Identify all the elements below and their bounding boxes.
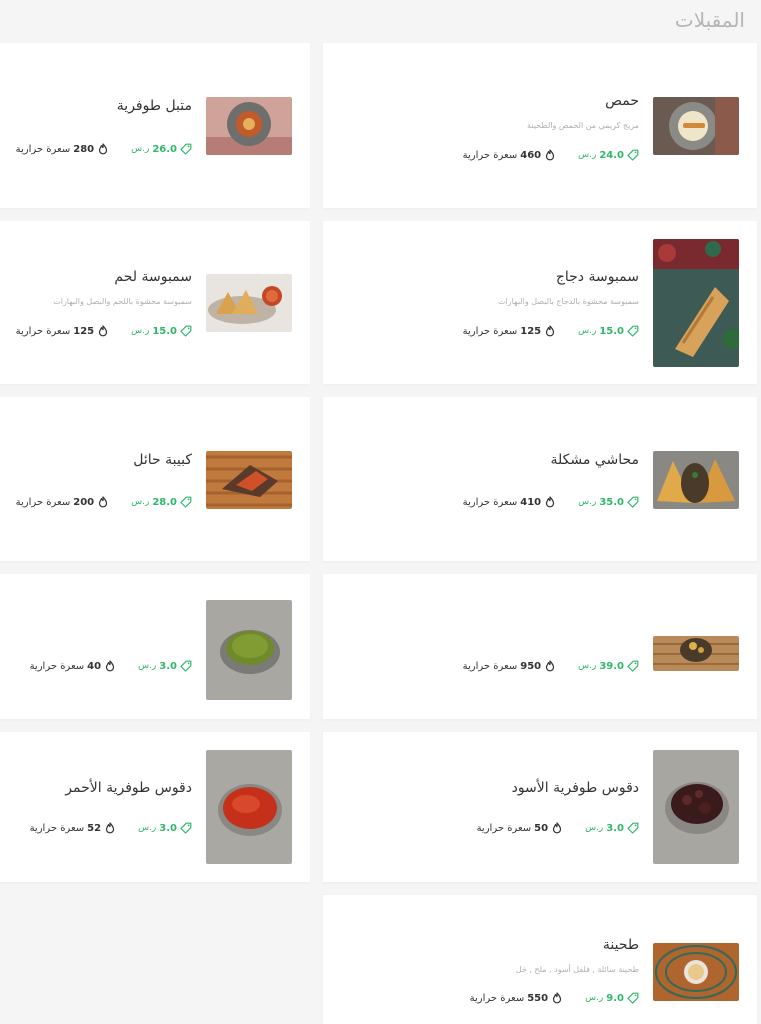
tag-icon: [627, 660, 639, 672]
item-name: حمص: [605, 93, 639, 109]
menu-item-card[interactable]: محاشي مشكلة 35.0 ر.س 410 سعرة حرارية: [323, 397, 757, 561]
menu-item-card[interactable]: متبل طوفرية 26.0 ر.س 280 سعرة حرارية: [0, 43, 310, 208]
item-photo: [206, 451, 292, 509]
item-price: 3.0 ر.س: [138, 660, 192, 672]
menu-item-card[interactable]: حمص مزيج كريمي من الحمص والطحينة 24.0 ر.س…: [323, 43, 757, 208]
item-price: 15.0 ر.س: [578, 325, 639, 337]
item-photo: [653, 239, 739, 367]
item-name: طحينة: [602, 937, 639, 953]
menu-item-card[interactable]: سمبوسة دجاج سمبوسة محشوة بالدجاج بالبصل …: [323, 221, 757, 384]
item-price: 3.0 ر.س: [138, 822, 192, 834]
item-calories: 52 سعرة حرارية: [30, 822, 117, 834]
tag-icon: [180, 143, 192, 155]
item-calories: 550 سعرة حرارية: [470, 992, 563, 1004]
item-price: 39.0 ر.س: [578, 660, 639, 672]
tag-icon: [627, 822, 639, 834]
item-name: سمبوسة لحم: [114, 269, 192, 285]
flame-icon: [104, 822, 116, 834]
flame-icon: [551, 822, 563, 834]
tag-icon: [180, 496, 192, 508]
flame-icon: [97, 325, 109, 337]
item-name: دقوس طوفرية الأسود: [511, 780, 639, 796]
tag-icon: [627, 496, 639, 508]
item-photo: [653, 636, 739, 671]
item-description: طحينة سائلة , فلفل أسود , ملح , خل: [515, 965, 639, 974]
menu-item-card[interactable]: 3.0 ر.س 40 سعرة حرارية: [0, 574, 310, 719]
menu-item-card[interactable]: سمبوسة لحم سمبوسة محشوة باللحم والبصل وا…: [0, 221, 310, 384]
tag-icon: [627, 149, 639, 161]
item-price: 26.0 ر.س: [131, 143, 192, 155]
flame-icon: [97, 496, 109, 508]
item-description: سمبوسة محشوة باللحم والبصل والبهارات: [53, 297, 192, 306]
item-photo: [653, 97, 739, 155]
menu-item-card[interactable]: كبيبة حائل 28.0 ر.س 200 سعرة حرارية: [0, 397, 310, 561]
menu-item-card[interactable]: طحينة طحينة سائلة , فلفل أسود , ملح , خل…: [323, 895, 757, 1024]
item-price: 15.0 ر.س: [131, 325, 192, 337]
menu-item-card[interactable]: دقوس طوفرية الأحمر 3.0 ر.س 52 سعرة حرارية: [0, 732, 310, 882]
flame-icon: [104, 660, 116, 672]
item-photo: [206, 274, 292, 332]
item-photo: [206, 97, 292, 155]
item-photo: [206, 750, 292, 864]
tag-icon: [180, 325, 192, 337]
item-calories: 410 سعرة حرارية: [463, 496, 556, 508]
item-calories: 50 سعرة حرارية: [477, 822, 564, 834]
flame-icon: [544, 496, 556, 508]
item-name: دقوس طوفرية الأحمر: [65, 780, 192, 796]
item-name: سمبوسة دجاج: [555, 269, 639, 285]
section-title: المقبلات: [674, 8, 745, 32]
item-photo: [206, 600, 292, 700]
item-price: 9.0 ر.س: [585, 992, 639, 1004]
item-name: كبيبة حائل: [133, 452, 192, 468]
item-calories: 125 سعرة حرارية: [16, 325, 109, 337]
item-photo: [653, 750, 739, 864]
item-price: 3.0 ر.س: [585, 822, 639, 834]
flame-icon: [544, 325, 556, 337]
item-calories: 280 سعرة حرارية: [16, 143, 109, 155]
tag-icon: [627, 325, 639, 337]
item-price: 28.0 ر.س: [131, 496, 192, 508]
menu-item-card[interactable]: دقوس طوفرية الأسود 3.0 ر.س 50 سعرة حرارية: [323, 732, 757, 882]
item-photo: [653, 451, 739, 509]
flame-icon: [544, 149, 556, 161]
menu-item-card[interactable]: 39.0 ر.س 950 سعرة حرارية: [323, 574, 757, 719]
flame-icon: [97, 143, 109, 155]
tag-icon: [180, 822, 192, 834]
flame-icon: [551, 992, 563, 1004]
tag-icon: [180, 660, 192, 672]
item-price: 24.0 ر.س: [578, 149, 639, 161]
item-name: متبل طوفرية: [116, 98, 192, 114]
item-calories: 40 سعرة حرارية: [30, 660, 117, 672]
flame-icon: [544, 660, 556, 672]
item-calories: 125 سعرة حرارية: [463, 325, 556, 337]
item-calories: 950 سعرة حرارية: [463, 660, 556, 672]
item-photo: [653, 943, 739, 1001]
item-calories: 460 سعرة حرارية: [463, 149, 556, 161]
item-description: سمبوسة محشوة بالدجاج بالبصل والبهارات: [498, 297, 639, 306]
item-description: مزيج كريمي من الحمص والطحينة: [527, 121, 639, 130]
item-name: محاشي مشكلة: [550, 452, 639, 468]
item-calories: 200 سعرة حرارية: [16, 496, 109, 508]
tag-icon: [627, 992, 639, 1004]
item-price: 35.0 ر.س: [578, 496, 639, 508]
